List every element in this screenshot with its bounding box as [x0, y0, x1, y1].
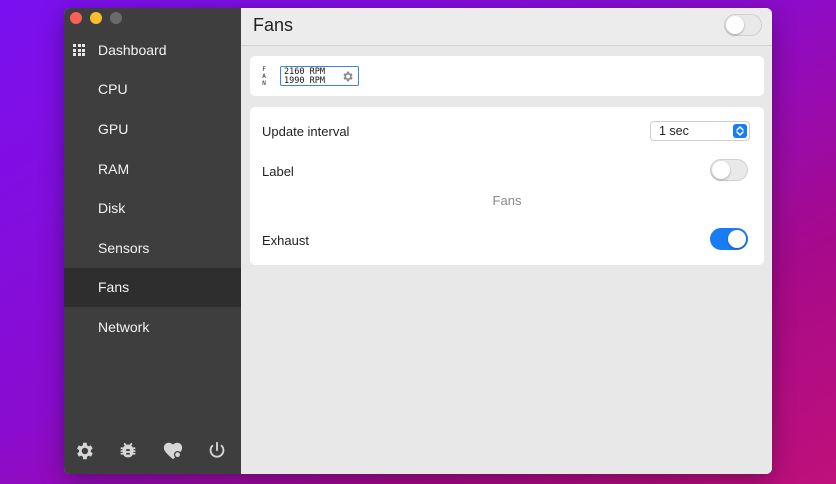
preview-card: F A N 2160 RPM 1990 RPM	[250, 56, 764, 96]
gear-icon[interactable]	[341, 70, 354, 83]
sidebar-item-cpu[interactable]: CPU	[64, 70, 241, 110]
select-value: 1 sec	[659, 124, 689, 138]
gear-icon[interactable]	[73, 440, 95, 462]
close-button[interactable]	[70, 12, 82, 24]
toggle-knob	[728, 230, 746, 248]
sidebar-item-fans[interactable]: Fans	[64, 267, 241, 308]
rpm-widget[interactable]: 2160 RPM 1990 RPM	[280, 66, 359, 86]
label-toggle[interactable]	[710, 159, 748, 181]
settings-card: Update interval 1 sec Label Fans Exhaust	[250, 107, 764, 265]
exhaust-label: Exhaust	[262, 233, 309, 248]
zoom-button[interactable]	[110, 12, 122, 24]
main-content: Fans F A N 2160 RPM 1990 RPM Update inte…	[241, 8, 772, 474]
toggle-knob	[712, 161, 730, 179]
section-label: Fans	[492, 193, 522, 208]
fan-label-letters: F A N	[262, 66, 266, 87]
sidebar-item-network[interactable]: Network	[64, 307, 241, 347]
sidebar-item-label: Disk	[98, 200, 126, 217]
sidebar-item-label: Fans	[98, 279, 130, 296]
sidebar-item-dashboard[interactable]: Dashboard	[64, 30, 241, 70]
module-header: Fans	[241, 8, 772, 46]
window-controls	[70, 12, 122, 24]
page-title: Fans	[253, 15, 294, 35]
sidebar-nav: Dashboard CPU GPU RAM Disk Sensors Fans …	[64, 30, 241, 347]
sidebar-item-label: GPU	[98, 120, 129, 137]
exhaust-toggle[interactable]	[710, 228, 748, 250]
bug-icon[interactable]	[117, 440, 139, 462]
sidebar-item-label: Network	[98, 318, 150, 335]
sidebar-item-sensors[interactable]: Sensors	[64, 228, 241, 268]
sidebar-item-gpu[interactable]: GPU	[64, 109, 241, 149]
heart-icon[interactable]	[162, 440, 184, 462]
update-interval-select[interactable]: 1 sec	[650, 121, 750, 141]
chevron-up-down-icon	[733, 124, 747, 138]
sidebar: Dashboard CPU GPU RAM Disk Sensors Fans …	[64, 8, 241, 474]
sidebar-item-label: RAM	[98, 160, 130, 177]
sidebar-footer	[64, 440, 241, 466]
sidebar-item-disk[interactable]: Disk	[64, 188, 241, 228]
sidebar-item-label: Dashboard	[98, 41, 167, 58]
sidebar-item-label: CPU	[98, 81, 128, 98]
grid-icon	[73, 44, 85, 56]
sidebar-item-ram[interactable]: RAM	[64, 149, 241, 189]
power-icon[interactable]	[206, 440, 228, 462]
minimize-button[interactable]	[90, 12, 102, 24]
label-setting-label: Label	[262, 164, 294, 179]
toggle-knob	[726, 16, 744, 34]
sidebar-item-label: Sensors	[98, 239, 150, 256]
rpm-value: 1990 RPM	[284, 76, 325, 86]
module-enable-toggle[interactable]	[724, 14, 762, 36]
app-window: Dashboard CPU GPU RAM Disk Sensors Fans …	[64, 8, 772, 474]
update-interval-label: Update interval	[262, 124, 350, 139]
